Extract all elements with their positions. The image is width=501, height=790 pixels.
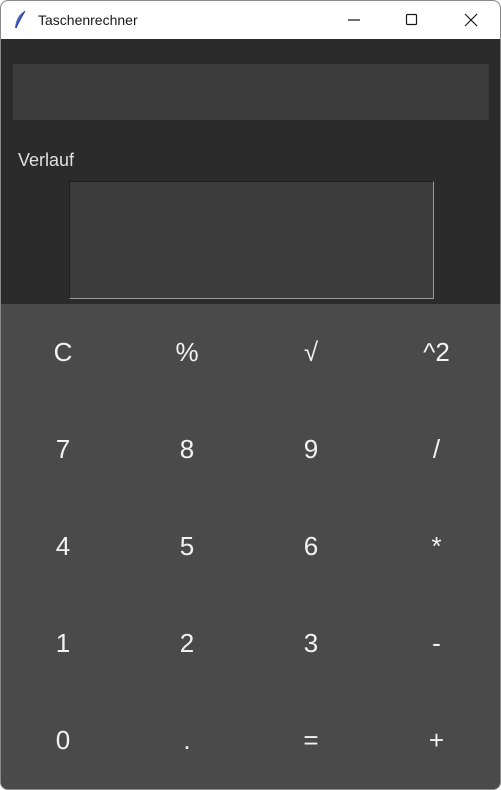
add-button[interactable]: +: [373, 692, 500, 789]
minimize-icon: [348, 19, 360, 21]
feather-icon: [13, 10, 27, 30]
digit-8-button[interactable]: 8: [125, 401, 249, 498]
history-textbox[interactable]: [69, 181, 434, 299]
window-title: Taschenrechner: [38, 12, 138, 28]
clear-button[interactable]: C: [1, 304, 125, 401]
digit-1-button[interactable]: 1: [1, 595, 125, 692]
maximize-icon: [405, 13, 418, 26]
digit-5-button[interactable]: 5: [125, 498, 249, 595]
history-label: Verlauf: [18, 150, 75, 170]
minimize-button[interactable]: [325, 1, 383, 39]
digit-2-button[interactable]: 2: [125, 595, 249, 692]
multiply-button[interactable]: *: [373, 498, 500, 595]
digit-3-button[interactable]: 3: [249, 595, 373, 692]
decimal-point-button[interactable]: .: [125, 692, 249, 789]
equals-button[interactable]: =: [249, 692, 373, 789]
close-icon: [464, 13, 478, 27]
digit-4-button[interactable]: 4: [1, 498, 125, 595]
digit-6-button[interactable]: 6: [249, 498, 373, 595]
calculator-window: Taschenrechner Verlauf C % √ ^2 7 8 9 /: [0, 0, 501, 790]
digit-7-button[interactable]: 7: [1, 401, 125, 498]
calculator-display[interactable]: [13, 64, 489, 120]
maximize-button[interactable]: [383, 1, 441, 39]
keypad: C % √ ^2 7 8 9 / 4 5 6 * 1 2 3 - 0 . = +: [1, 304, 500, 789]
subtract-button[interactable]: -: [373, 595, 500, 692]
divide-button[interactable]: /: [373, 401, 500, 498]
square-root-button[interactable]: √: [249, 304, 373, 401]
percent-button[interactable]: %: [125, 304, 249, 401]
square-button[interactable]: ^2: [373, 304, 500, 401]
digit-9-button[interactable]: 9: [249, 401, 373, 498]
digit-0-button[interactable]: 0: [1, 692, 125, 789]
close-button[interactable]: [442, 1, 500, 39]
title-bar: Taschenrechner: [1, 1, 500, 39]
